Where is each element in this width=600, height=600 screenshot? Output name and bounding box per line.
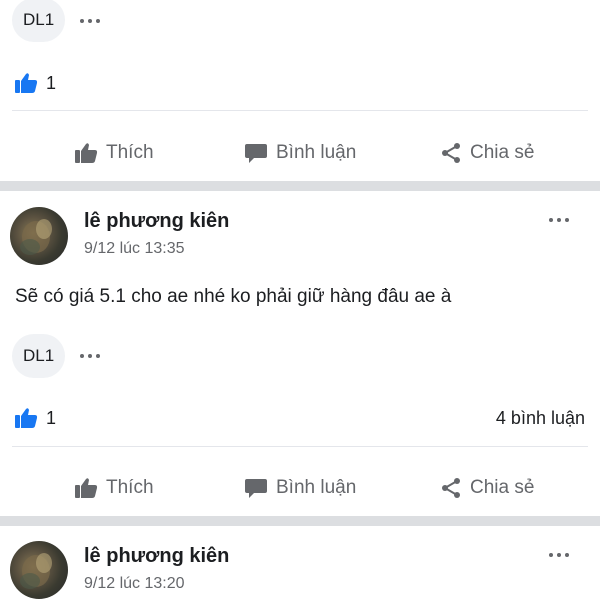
divider [12, 110, 588, 111]
comment-bubble-icon [245, 144, 267, 163]
like-button[interactable]: Thích [74, 477, 154, 499]
thumbs-up-filled-icon [15, 73, 38, 93]
avatar[interactable] [10, 541, 68, 599]
comment-button[interactable]: Bình luận [244, 477, 356, 499]
thumbs-up-outline-icon [75, 478, 98, 498]
share-label: Chia sẻ [470, 477, 535, 498]
author-name[interactable]: lê phương kiên [84, 210, 229, 233]
comment-bubble-icon [245, 479, 267, 498]
post-separator [0, 516, 600, 526]
more-dots-icon[interactable] [549, 550, 569, 560]
share-button[interactable]: Chia sẻ [440, 142, 534, 164]
tag-chip[interactable]: DL1 [12, 334, 66, 378]
author-name[interactable]: lê phương kiên [84, 545, 229, 568]
post-text: Sẽ có giá 5.1 cho ae nhé ko phải giữ hàn… [15, 286, 452, 307]
thumbs-up-outline-icon [75, 143, 98, 163]
avatar-image [20, 553, 52, 589]
like-label: Thích [106, 142, 154, 163]
comment-label: Bình luận [276, 142, 357, 163]
more-dots-icon[interactable] [80, 16, 100, 26]
post-timestamp[interactable]: 9/12 lúc 13:20 [84, 575, 185, 593]
comment-count[interactable]: 4 bình luận [496, 408, 585, 429]
reactions-summary[interactable]: 1 [14, 407, 56, 429]
like-button[interactable]: Thích [74, 142, 154, 164]
share-button[interactable]: Chia sẻ [440, 477, 534, 499]
tag-chip[interactable]: DL1 [12, 0, 66, 42]
share-icon [442, 143, 460, 163]
tag-chip-label: DL1 [23, 346, 55, 365]
avatar-image [20, 219, 52, 255]
comment-button[interactable]: Bình luận [244, 142, 356, 164]
post-separator [0, 181, 600, 191]
like-count: 1 [46, 407, 57, 428]
avatar[interactable] [10, 207, 68, 265]
reactions-summary[interactable]: 1 [14, 72, 56, 94]
comment-label: Bình luận [276, 477, 357, 498]
more-dots-icon[interactable] [80, 351, 100, 361]
like-count: 1 [46, 72, 57, 93]
tag-chip-label: DL1 [23, 10, 55, 29]
share-icon [442, 478, 460, 498]
share-label: Chia sẻ [470, 142, 535, 163]
divider [12, 446, 588, 447]
more-dots-icon[interactable] [549, 215, 569, 225]
thumbs-up-filled-icon [15, 408, 38, 428]
like-label: Thích [106, 477, 154, 498]
post-timestamp[interactable]: 9/12 lúc 13:35 [84, 240, 185, 258]
